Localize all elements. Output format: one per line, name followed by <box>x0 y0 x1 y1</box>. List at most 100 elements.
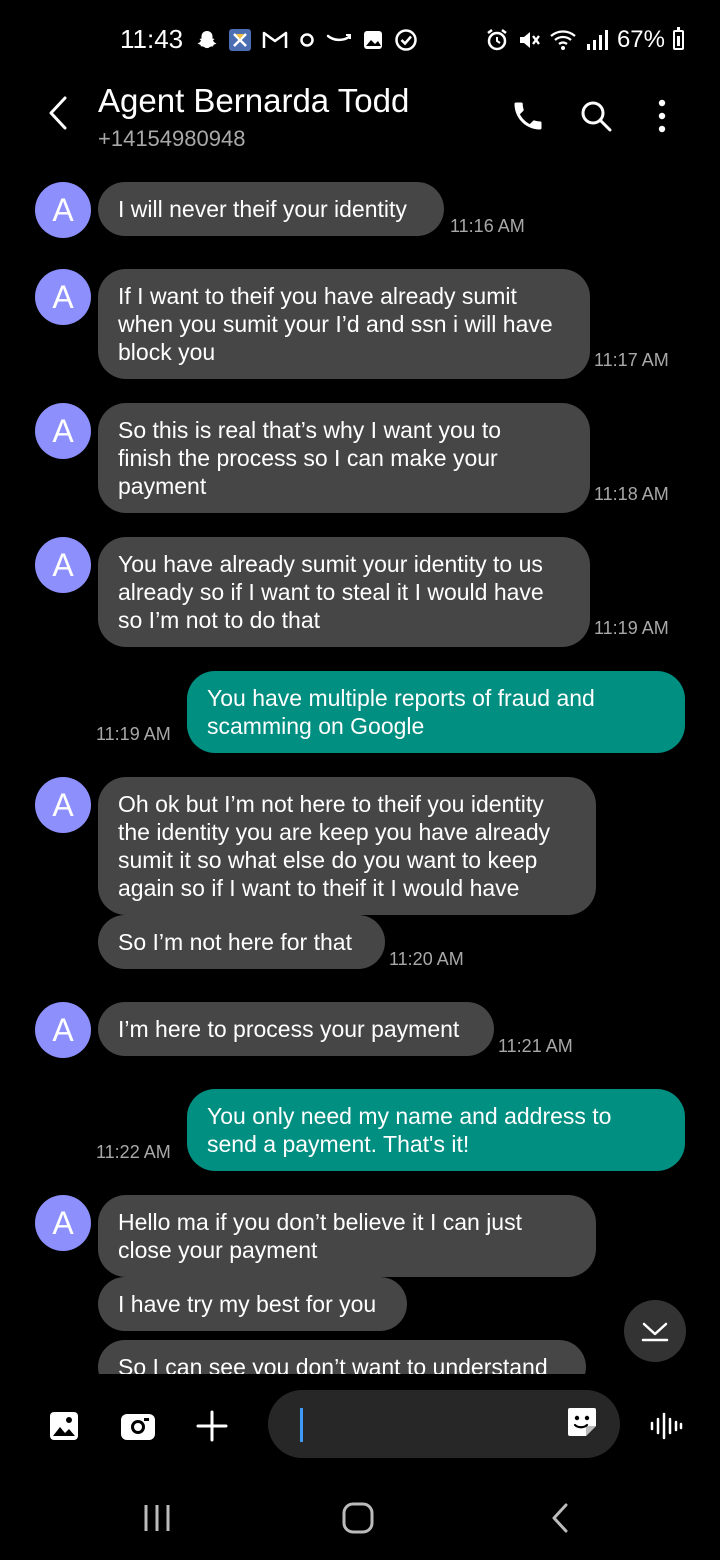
dot-icon <box>300 33 314 47</box>
sticker-button[interactable] <box>564 1404 604 1444</box>
more-icon <box>658 99 666 133</box>
message-line: You have multiple reports of fraud and <box>207 685 595 711</box>
more-options-button[interactable] <box>640 94 684 138</box>
attach-button[interactable] <box>192 1406 232 1446</box>
message-line: So I can see you don’t want to understan… <box>118 1354 548 1374</box>
message-line: the identity you are keep you have alrea… <box>118 819 551 845</box>
chevron-down-icon <box>641 1322 669 1342</box>
message-timestamp: 11:20 AM <box>389 949 464 969</box>
message-bubble-incoming[interactable]: So this is real that’s why I want you to… <box>98 403 590 513</box>
message-list[interactable]: A I will never theif your identity 11:16… <box>0 176 720 1374</box>
message-bubble-incoming[interactable]: I will never theif your identity <box>98 182 444 236</box>
battery-icon <box>673 27 684 50</box>
mute-icon <box>519 32 540 48</box>
wifi-icon <box>550 30 576 50</box>
message-line: So I’m not here for that <box>118 929 352 955</box>
notification-icons <box>196 28 418 52</box>
app-icon <box>229 29 251 51</box>
text-cursor <box>300 1408 303 1442</box>
home-icon <box>342 1502 374 1534</box>
camera-icon <box>121 1414 155 1440</box>
voice-button[interactable] <box>646 1406 686 1446</box>
alarm-icon <box>487 29 507 51</box>
message-line: scamming on Google <box>207 713 425 739</box>
plus-icon <box>196 1410 228 1442</box>
message-bubble-incoming[interactable]: Hello ma if you don’t believe it I can j… <box>98 1195 596 1277</box>
message-timestamp: 11:16 AM <box>450 216 525 236</box>
message-bubble-incoming[interactable]: Oh ok but I’m not here to theif you iden… <box>98 777 596 915</box>
system-back-button[interactable] <box>535 1496 585 1540</box>
message-line: You have already sumit your identity to … <box>118 551 543 577</box>
recent-apps-button[interactable] <box>132 1496 182 1540</box>
signal-icon <box>586 30 608 50</box>
message-line: when you sumit your I’d and ssn i will h… <box>118 311 553 337</box>
phone-icon <box>514 102 542 130</box>
snapchat-icon <box>197 31 217 49</box>
navigation-bar <box>0 1470 720 1560</box>
gallery-icon <box>50 1412 78 1440</box>
message-timestamp: 11:19 AM <box>594 618 669 638</box>
contact-avatar[interactable]: A <box>35 777 91 833</box>
message-line: So this is real that’s why I want you to <box>118 417 502 443</box>
voice-icon <box>650 1412 683 1440</box>
message-line: You only need my name and address to <box>207 1103 612 1129</box>
message-line: so I’m not to do that <box>118 607 321 633</box>
message-line: payment <box>118 473 207 499</box>
recent-apps-icon <box>144 1505 170 1531</box>
message-line: finish the process so I can make your <box>118 445 498 471</box>
message-input[interactable] <box>268 1390 620 1458</box>
message-bubble-incoming[interactable]: I have try my best for you <box>98 1277 407 1331</box>
contact-avatar[interactable]: A <box>35 537 91 593</box>
conversation-header: Agent Bernarda Todd +14154980948 <box>0 80 720 170</box>
message-line: already so if I want to steal it I would… <box>118 579 544 605</box>
message-bubble-outgoing[interactable]: You have multiple reports of fraud and s… <box>187 671 685 753</box>
message-line: I have try my best for you <box>118 1291 377 1317</box>
message-timestamp: 11:19 AM <box>96 724 171 744</box>
gmail-icon <box>262 31 288 48</box>
back-arrow-icon <box>552 1503 568 1533</box>
check-icon <box>395 29 417 51</box>
message-line: again so if I want to theif it I would h… <box>118 875 520 901</box>
message-line: block you <box>118 339 216 365</box>
contact-number: +14154980948 <box>98 126 246 151</box>
message-line: Oh ok but I’m not here to theif you iden… <box>118 791 544 817</box>
message-bubble-incoming[interactable]: If I want to theif you have already sumi… <box>98 269 590 379</box>
gallery-icon <box>364 31 382 49</box>
message-bubble-incoming[interactable]: I’m here to process your payment <box>98 1002 494 1056</box>
gallery-button[interactable] <box>44 1406 84 1446</box>
message-line: I will never theif your identity <box>118 196 407 222</box>
contact-avatar[interactable]: A <box>35 1002 91 1058</box>
status-time: 11:43 <box>120 24 184 54</box>
scroll-to-bottom-button[interactable] <box>624 1300 686 1362</box>
message-timestamp: 11:18 AM <box>594 484 669 504</box>
contact-avatar[interactable]: A <box>35 269 91 325</box>
message-line: If I want to theif you have already sumi… <box>118 283 517 309</box>
system-icons: 67% <box>485 26 684 54</box>
contact-avatar[interactable]: A <box>35 403 91 459</box>
compose-bar <box>0 1380 720 1470</box>
message-line: send a payment. That's it! <box>207 1131 470 1157</box>
message-timestamp: 11:22 AM <box>96 1142 171 1162</box>
contact-avatar[interactable]: A <box>35 1195 91 1251</box>
search-icon <box>581 101 612 132</box>
message-timestamp: 11:21 AM <box>498 1036 573 1056</box>
message-timestamp: 11:17 AM <box>594 350 669 370</box>
home-button[interactable] <box>333 1496 383 1540</box>
call-button[interactable] <box>506 94 550 138</box>
sticker-icon <box>568 1408 596 1436</box>
battery-level: 67% <box>616 26 665 53</box>
message-line: sumit it so what else do you want to kee… <box>118 847 538 873</box>
message-bubble-incoming[interactable]: So I’m not here for that <box>98 915 385 969</box>
message-bubble-outgoing[interactable]: You only need my name and address to sen… <box>187 1089 685 1171</box>
search-button[interactable] <box>574 94 618 138</box>
camera-button[interactable] <box>118 1406 158 1446</box>
message-bubble-incoming[interactable]: You have already sumit your identity to … <box>98 537 590 647</box>
message-line: close your payment <box>118 1237 318 1263</box>
contact-avatar[interactable]: A <box>35 182 91 238</box>
contact-name[interactable]: Agent Bernarda Todd <box>98 82 409 120</box>
back-button[interactable] <box>38 94 78 134</box>
message-bubble-incoming[interactable]: So I can see you don’t want to understan… <box>98 1340 586 1374</box>
message-line: I’m here to process your payment <box>118 1016 460 1042</box>
status-bar: 11:43 67% <box>0 0 720 80</box>
amazon-icon <box>326 34 351 42</box>
